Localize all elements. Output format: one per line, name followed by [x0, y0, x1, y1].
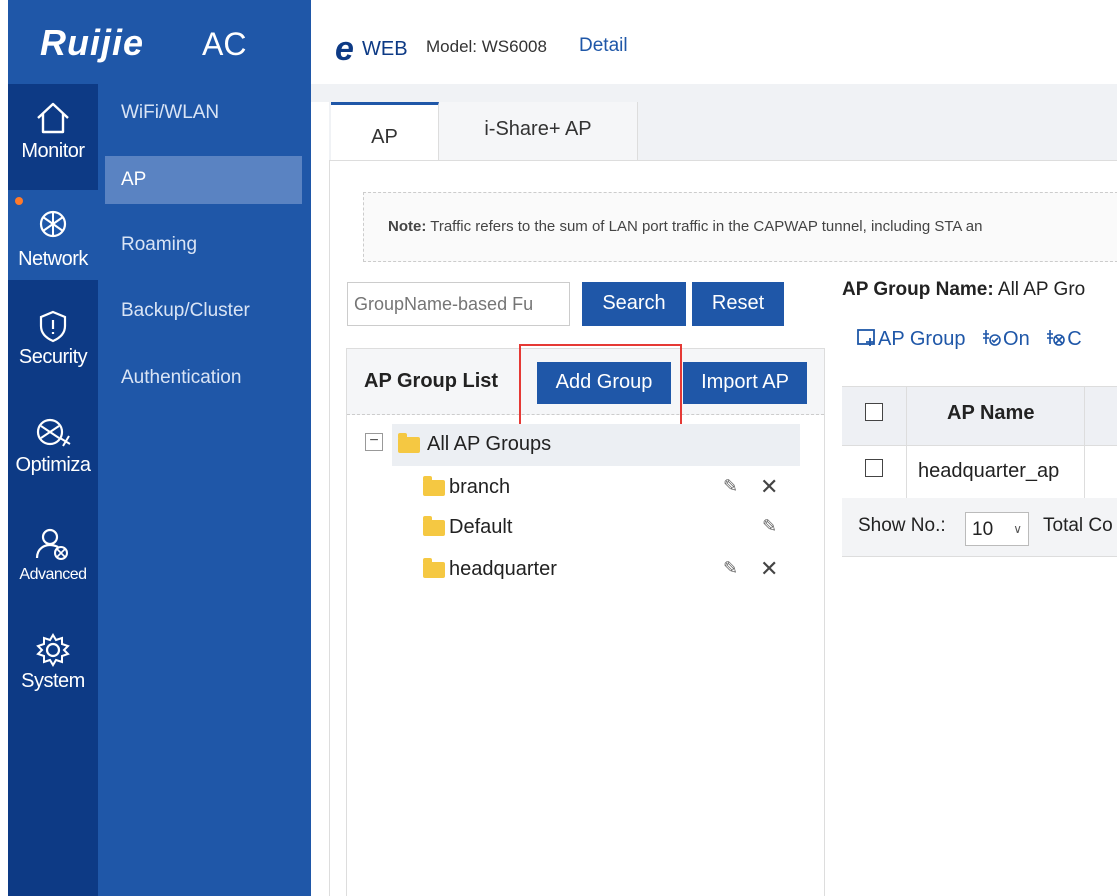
eweb-logo-e: e	[335, 30, 354, 68]
note-bold: Note:	[388, 218, 427, 235]
rail-label: Monitor	[21, 140, 85, 162]
submenu-item-roaming[interactable]: Roaming	[105, 234, 302, 270]
submenu-item-backup-cluster[interactable]: Backup/Cluster	[105, 300, 302, 336]
column-divider	[1084, 386, 1085, 498]
submenu-item-authentication[interactable]: Authentication	[105, 367, 302, 403]
import-ap-button[interactable]: Import AP	[683, 362, 807, 404]
rail-label: Network	[18, 248, 88, 270]
ap-toolbar: AP Group On C	[856, 326, 1082, 351]
column-header-ap-name[interactable]: AP Name	[947, 402, 1034, 425]
folder-icon	[423, 558, 445, 578]
power-off-icon	[1047, 330, 1066, 346]
gear-icon	[36, 633, 70, 667]
brand-product: AC	[202, 26, 247, 62]
delete-icon[interactable]: ✕	[760, 474, 778, 500]
folder-icon	[423, 476, 445, 496]
tree-item-label[interactable]: Default	[449, 516, 512, 539]
rail-item-security[interactable]: Security	[8, 302, 98, 392]
show-no-label: Show No.:	[858, 515, 946, 536]
toolbar-ap-group[interactable]: AP Group	[878, 328, 965, 350]
select-all-checkbox[interactable]	[865, 403, 883, 421]
page-size-select[interactable]: 10 ∨	[965, 512, 1029, 546]
folder-icon	[423, 516, 445, 536]
rail-item-network[interactable]: Network	[8, 190, 98, 280]
home-icon	[37, 102, 69, 134]
power-on-icon	[983, 330, 1001, 346]
add-group-icon	[857, 329, 875, 346]
group-search-input[interactable]	[347, 282, 570, 326]
rail-label: System	[21, 670, 85, 692]
brand-logo: Ruijie	[40, 22, 145, 63]
edit-icon[interactable]: ✎	[723, 558, 738, 579]
delete-icon[interactable]: ✕	[760, 556, 778, 582]
rail-item-advanced[interactable]: Advanced	[8, 520, 98, 610]
ap-group-name: AP Group Name: All AP Gro	[842, 279, 1085, 301]
advanced-user-icon	[35, 528, 68, 560]
collapse-icon[interactable]: −	[365, 433, 383, 451]
network-icon	[39, 210, 67, 238]
tree-root-label[interactable]: All AP Groups	[427, 433, 551, 456]
ap-group-name-label: AP Group Name:	[842, 279, 994, 300]
tree-item-label[interactable]: branch	[449, 476, 510, 499]
folder-icon	[398, 433, 420, 453]
submenu-panel	[98, 84, 311, 896]
model-label: Model: WS6008	[426, 37, 547, 56]
rail-item-optimize[interactable]: Optimiza	[8, 410, 98, 500]
rail-item-system[interactable]: System	[8, 628, 98, 718]
eweb-logo-text: WEB	[362, 38, 408, 60]
edit-icon[interactable]: ✎	[762, 516, 777, 537]
rail-label: Security	[18, 346, 88, 368]
ap-group-name-value: All AP Gro	[993, 279, 1086, 300]
column-divider	[906, 386, 907, 498]
note-body: Traffic refers to the sum of LAN port tr…	[426, 218, 983, 235]
toolbar-on[interactable]: On	[1003, 328, 1030, 350]
page-size-value: 10	[972, 519, 994, 540]
shield-icon	[39, 310, 67, 343]
submenu-item-wifi-wlan[interactable]: WiFi/WLAN	[105, 102, 302, 138]
note-text: Note: Traffic refers to the sum of LAN p…	[388, 218, 982, 235]
chevron-down-icon: ∨	[1013, 522, 1022, 536]
row-checkbox[interactable]	[865, 459, 883, 477]
total-count-label: Total Co	[1043, 515, 1113, 536]
detail-link[interactable]: Detail	[579, 35, 628, 57]
optimize-icon	[36, 418, 71, 447]
cell-ap-name: headquarter_ap	[918, 460, 1060, 482]
tab-ap[interactable]: AP	[331, 102, 439, 160]
toolbar-off[interactable]: C	[1067, 328, 1081, 350]
ap-group-list-title: AP Group List	[364, 370, 499, 392]
submenu-item-ap[interactable]: AP	[105, 156, 302, 204]
content-border	[329, 160, 330, 896]
tree-item-label[interactable]: headquarter	[449, 558, 557, 581]
tab-ishare-ap[interactable]: i-Share+ AP	[439, 102, 638, 160]
rail-item-monitor[interactable]: Monitor	[8, 90, 98, 190]
content-top-strip	[311, 84, 1117, 102]
search-button[interactable]: Search	[582, 282, 686, 326]
active-dot	[15, 197, 23, 205]
highlight-box	[519, 344, 682, 426]
edit-icon[interactable]: ✎	[723, 476, 738, 497]
rail-label: Advanced	[19, 566, 87, 583]
reset-button[interactable]: Reset	[692, 282, 784, 326]
rail-label: Optimiza	[15, 454, 91, 476]
